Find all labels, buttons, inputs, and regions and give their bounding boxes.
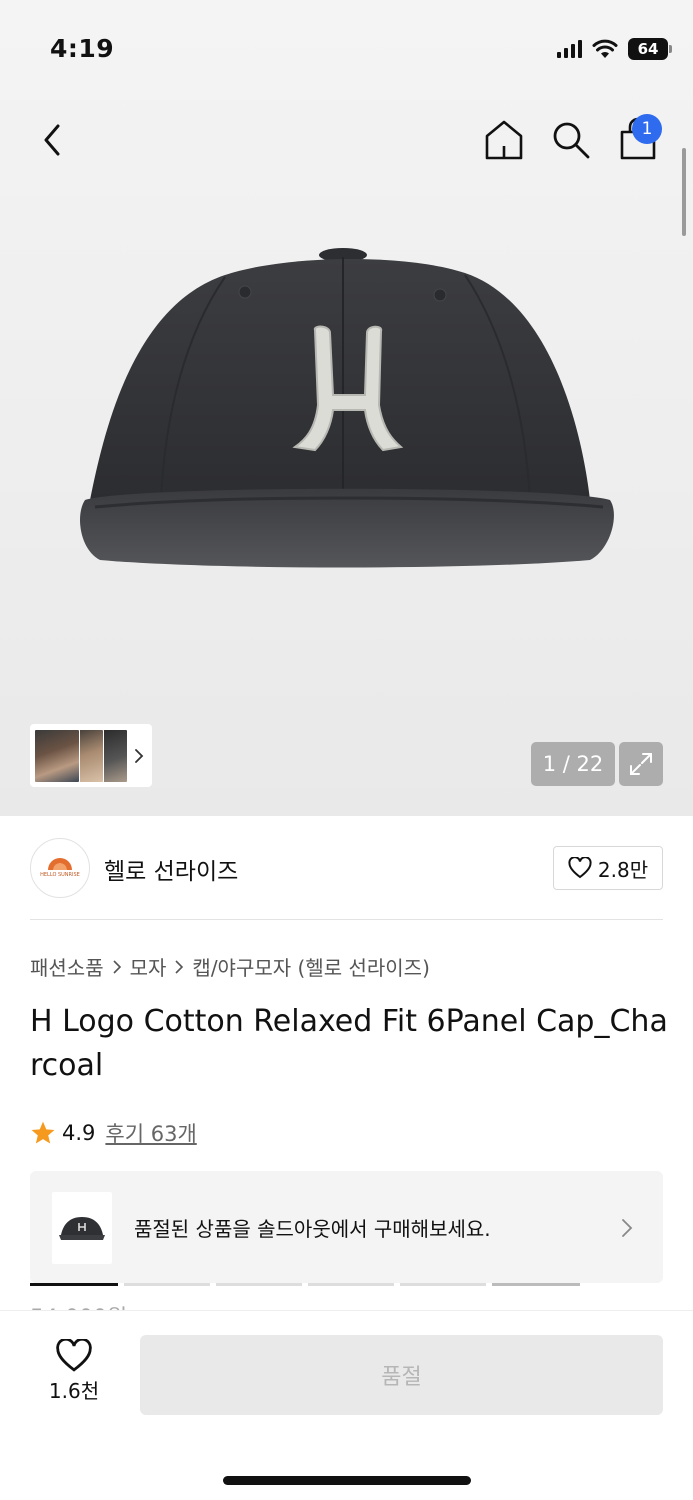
soldout-buy-button[interactable]: 품절: [140, 1335, 663, 1415]
product-hero: 4:19 64 1 1 / 22: [0, 0, 693, 816]
home-indicator: [223, 1476, 471, 1485]
product-title: H Logo Cotton Relaxed Fit 6Panel Cap_Cha…: [30, 1004, 668, 1083]
thumbnail-image[interactable]: [34, 728, 80, 783]
cap-thumbnail-icon: [59, 1217, 105, 1240]
banner-thumbnail: [52, 1192, 112, 1264]
brand-name[interactable]: 헬로 선라이즈: [104, 852, 238, 886]
chevron-right-icon: [175, 959, 184, 974]
heart-icon: [568, 857, 592, 879]
thumbnail-strip[interactable]: [30, 724, 152, 787]
wifi-icon: [592, 39, 618, 58]
expand-icon: [630, 753, 652, 775]
search-icon[interactable]: [551, 120, 591, 160]
home-icon[interactable]: [484, 118, 524, 162]
chevron-right-icon: [135, 749, 144, 763]
product-image-cap[interactable]: [75, 245, 620, 575]
tab-indicator: [400, 1283, 486, 1286]
breadcrumb-item[interactable]: 캡/야구모자 (헬로 선라이즈): [192, 952, 429, 981]
wish-count: 1.6천: [48, 1379, 100, 1403]
soldout-banner-text: 품절된 상품을 솔드아웃에서 구매해보세요.: [134, 1217, 491, 1241]
product-rating: 4.9 후기 63개: [30, 1118, 197, 1148]
bottom-action-bar: 1.6천 품절: [0, 1310, 693, 1500]
chevron-right-icon: [113, 959, 121, 974]
tab-indicator: [308, 1283, 394, 1286]
image-page-counter: 1 / 22: [531, 742, 615, 786]
scroll-indicator: [682, 148, 686, 236]
rating-score: 4.9: [62, 1121, 96, 1145]
signal-icon: [557, 40, 582, 58]
brand-logo[interactable]: HELLO SUNRISE: [30, 838, 90, 898]
breadcrumb-item[interactable]: 패션소품: [30, 952, 104, 981]
tab-indicator: [492, 1283, 580, 1286]
brand-row: HELLO SUNRISE 헬로 선라이즈 2.8만: [30, 838, 663, 898]
cart-count-badge: 1: [632, 114, 662, 144]
soldout-banner[interactable]: 품절된 상품을 솔드아웃에서 구매해보세요.: [30, 1171, 663, 1283]
back-icon[interactable]: [36, 120, 72, 160]
divider: [30, 919, 663, 920]
chevron-right-icon: [622, 1219, 633, 1237]
brand-like-count: 2.8만: [597, 857, 649, 882]
battery-icon: 64: [628, 38, 672, 60]
tab-indicator: [124, 1283, 210, 1286]
brand-logo-text: HELLO SUNRISE: [40, 872, 80, 878]
breadcrumb-item[interactable]: 모자: [130, 952, 167, 981]
star-icon: [31, 1121, 55, 1144]
sun-logo-icon: [48, 858, 72, 870]
heart-icon: [56, 1339, 92, 1372]
brand-like-button[interactable]: 2.8만: [553, 846, 663, 890]
wish-button[interactable]: 1.6천: [34, 1339, 114, 1409]
breadcrumb: 패션소품 모자 캡/야구모자 (헬로 선라이즈): [30, 952, 430, 981]
tab-indicator-active: [30, 1283, 118, 1286]
reviews-link[interactable]: 후기 63개: [105, 1118, 196, 1148]
tab-indicator: [216, 1283, 302, 1286]
expand-button[interactable]: [619, 742, 663, 786]
status-time: 4:19: [50, 34, 115, 63]
status-indicators: 64: [557, 38, 672, 60]
